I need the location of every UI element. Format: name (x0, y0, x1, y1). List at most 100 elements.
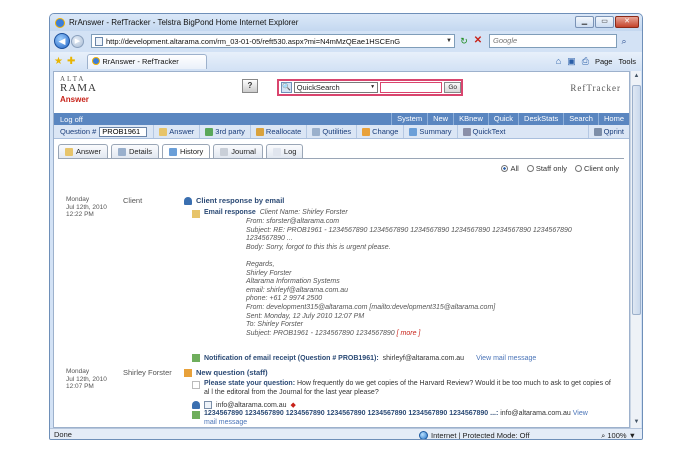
search-input[interactable]: Google (489, 34, 617, 48)
history-filter: All Staff only Client only (501, 164, 619, 173)
scroll-up-icon[interactable]: ▲ (631, 71, 642, 82)
mail-subject: 1234567890 1234567890 1234567890 1234567… (204, 410, 499, 417)
zoom-control[interactable]: ⌕ 100% ▼ (601, 429, 636, 440)
email-line: Client Name: Shirley Forster (259, 209, 348, 216)
history-tab-icon (168, 148, 177, 156)
answer-icon (159, 127, 168, 136)
contact-line: info@altarama.com.au ◆ (192, 401, 296, 409)
mail-to: info@altarama.com.au (500, 410, 571, 417)
notification-label: Notification of email receipt (Question … (204, 354, 379, 362)
email-line: Body: Sorry, forgot to this this is urge… (246, 243, 391, 251)
filter-staff[interactable]: Staff only (526, 164, 567, 173)
person-icon (192, 401, 200, 409)
menu-kbnew[interactable]: KBnew (453, 113, 488, 125)
zoom-icon: ⌕ (601, 430, 606, 440)
tab-divider (58, 158, 624, 159)
question-number-input[interactable]: PROB1961 (99, 126, 148, 137)
qutilities-icon (312, 127, 321, 136)
third-party-action[interactable]: 3rd party (199, 125, 250, 138)
stop-icon[interactable]: ✕ (471, 34, 485, 48)
quicktext-action[interactable]: QuickText (456, 125, 511, 138)
change-label: Change (372, 127, 399, 136)
menu-quick[interactable]: Quick (487, 113, 518, 125)
answer-action[interactable]: Answer (153, 125, 199, 138)
maximize-button[interactable]: ▭ (595, 16, 614, 28)
view-mail-link[interactable]: mail message (192, 419, 622, 427)
filter-client[interactable]: Client only (574, 164, 619, 173)
quicksearch-input[interactable] (380, 82, 443, 93)
vertical-scrollbar[interactable]: ▲ ▼ (630, 71, 641, 428)
print-icon[interactable]: ⎙ (582, 56, 589, 67)
notification-icon (192, 354, 200, 362)
filter-staff-label: Staff only (535, 164, 567, 173)
entry-date: Monday Jul 12th, 2010 12:22 PM (66, 196, 116, 219)
reallocate-icon (255, 127, 264, 136)
email-line: Subject: RE: PROB1961 - 1234567890 12345… (246, 226, 572, 234)
radio-all[interactable] (501, 165, 509, 172)
question-label: Please state your question: (204, 380, 296, 387)
go-button[interactable]: Go (444, 82, 461, 93)
menu-system[interactable]: System (391, 113, 427, 125)
tab-journal[interactable]: Journal (213, 144, 263, 158)
ie-logo-icon (55, 17, 65, 28)
menu-search[interactable]: Search (563, 113, 598, 125)
answer-tab-icon (65, 147, 73, 156)
email-line: To: Shirley Forster (246, 321, 303, 329)
email-line: 1234567890 ... (246, 235, 293, 243)
quicktext-label: QuickText (472, 127, 506, 136)
third-party-label: 3rd party (215, 127, 245, 136)
refresh-icon[interactable]: ↻ (457, 34, 471, 48)
tab-history-label: History (179, 147, 204, 156)
address-bar[interactable]: http://development.altarama.com/rm_03-01… (91, 34, 455, 48)
search-icon[interactable]: ⌕ (617, 34, 631, 48)
chevron-down-icon[interactable]: ▼ (444, 38, 454, 44)
minimize-button[interactable]: ▁ (575, 16, 594, 28)
new-question-icon (184, 368, 192, 377)
home-icon[interactable]: ⌂ (556, 56, 561, 66)
tools-menu[interactable]: Tools (618, 57, 636, 66)
tab-answer[interactable]: Answer (58, 144, 109, 158)
reallocate-action[interactable]: Reallocate (249, 125, 306, 138)
quicksearch-select[interactable]: QuickSearch (293, 82, 379, 93)
favorites-star-icon[interactable]: ★ (54, 56, 63, 67)
summary-icon (409, 127, 418, 136)
email-line: From: sforster@altarama.com (246, 218, 340, 225)
email-line: Sent: Monday, 12 July 2010 12:07 PM (246, 312, 365, 320)
more-link[interactable]: [ more ] (397, 330, 421, 337)
close-button[interactable]: ✕ (615, 16, 639, 28)
view-mail-link[interactable]: View mail message (476, 355, 536, 362)
back-button[interactable]: ◀ (54, 33, 70, 49)
title-bar: RrAnswer - RefTracker - Telstra BigPond … (50, 14, 642, 31)
scroll-thumb[interactable] (632, 85, 641, 315)
change-icon (362, 127, 371, 136)
change-action[interactable]: Change (356, 125, 403, 138)
radio-client[interactable] (574, 165, 582, 172)
logoff-link[interactable]: Log off (54, 115, 391, 124)
question-text: How frequently do we get copies of the H… (296, 380, 611, 387)
filter-all[interactable]: All (501, 164, 519, 173)
details-tab-icon (118, 147, 127, 156)
scroll-down-icon[interactable]: ▼ (631, 417, 642, 428)
radio-staff[interactable] (526, 165, 534, 172)
qprint-action[interactable]: Qprint (587, 125, 629, 138)
mail-sent-icon (192, 411, 200, 419)
menu-home[interactable]: Home (597, 113, 629, 125)
qutilities-action[interactable]: Qutilities (306, 125, 356, 138)
tab-history[interactable]: History (161, 144, 211, 159)
browser-tab[interactable]: RrAnswer - RefTracker (87, 53, 208, 69)
view-link[interactable]: View (573, 410, 588, 417)
feeds-icon[interactable]: ▣ (567, 56, 576, 67)
zoom-dropdown-icon[interactable]: ▼ (629, 430, 636, 440)
quicksearch-bar: 🔍 QuickSearch Go (277, 79, 463, 96)
tab-details[interactable]: Details (111, 144, 159, 158)
menu-deskstats[interactable]: DeskStats (518, 113, 563, 125)
page-menu[interactable]: Page (595, 57, 613, 66)
add-favorites-icon[interactable]: ✚ (67, 56, 75, 67)
forward-button[interactable]: ▶ (71, 34, 84, 48)
command-bar: ⌂ ▣ ⎙ Page Tools (556, 56, 642, 67)
summary-action[interactable]: Summary (403, 125, 456, 138)
menu-new[interactable]: New (427, 113, 453, 125)
tab-log[interactable]: Log (265, 144, 304, 158)
printer-icon (593, 127, 602, 136)
help-icon[interactable]: ? (242, 79, 258, 93)
